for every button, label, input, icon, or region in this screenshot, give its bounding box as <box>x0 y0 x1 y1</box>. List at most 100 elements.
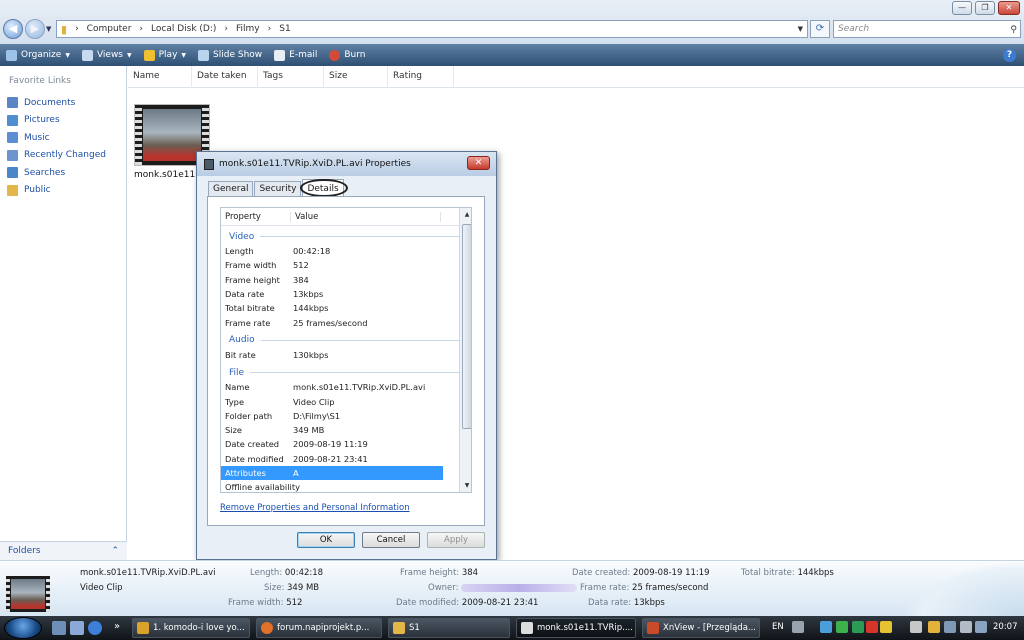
email-button[interactable]: E-mail <box>268 44 323 66</box>
section-label: File <box>229 367 245 378</box>
tray-app-icon[interactable] <box>928 621 940 633</box>
table-row[interactable]: Length 00:42:18 <box>221 244 471 258</box>
sidebar-item-label: Public <box>24 185 51 196</box>
internet-explorer-icon[interactable] <box>88 621 102 635</box>
tray-app-icon[interactable] <box>820 621 832 633</box>
breadcrumb-local-disk[interactable]: Local Disk (D:) <box>147 24 220 34</box>
sidebar-item-recently-changed[interactable]: Recently Changed <box>0 147 126 165</box>
network-icon[interactable] <box>944 621 956 633</box>
taskbar-item[interactable]: 1. komodo-i love yo... <box>132 618 250 638</box>
sidebar-item-searches[interactable]: Searches <box>0 164 126 182</box>
table-row[interactable]: Total bitrate 144kbps <box>221 301 471 315</box>
tray-app-icon[interactable] <box>910 621 922 633</box>
breadcrumb-s1[interactable]: S1 <box>275 24 294 34</box>
sidebar-item-pictures[interactable]: Pictures <box>0 112 126 130</box>
address-dropdown-icon[interactable]: ▼ <box>794 25 807 33</box>
show-desktop-icon[interactable] <box>52 621 66 635</box>
minimize-button[interactable]: — <box>952 1 972 15</box>
sidebar-item-public[interactable]: Public <box>0 182 126 200</box>
clock[interactable]: 20:07 <box>993 622 1018 632</box>
scroll-down-icon[interactable]: ▼ <box>460 479 471 492</box>
sidebar-item-music[interactable]: Music <box>0 129 126 147</box>
close-window-button[interactable]: ✕ <box>998 1 1020 15</box>
table-row[interactable]: Date modified 2009-08-21 23:41 <box>221 452 471 466</box>
taskbar-item[interactable]: XnView - [Przegląda... <box>642 618 760 638</box>
recent-pages-chevron-icon[interactable]: ▼ <box>46 25 51 33</box>
value-column-header[interactable]: Value <box>291 211 441 222</box>
burn-button[interactable]: Burn <box>323 44 371 66</box>
apply-button[interactable]: Apply <box>427 532 485 548</box>
sidebar-item-label: Music <box>24 132 50 143</box>
scroll-thumb[interactable] <box>462 224 471 429</box>
taskbar-item-active[interactable]: monk.s01e11.TVRip.... <box>516 618 636 638</box>
search-icon[interactable]: ⚲ <box>1010 22 1017 38</box>
remove-properties-link[interactable]: Remove Properties and Personal Informati… <box>220 503 410 513</box>
tray-app-icon[interactable] <box>880 621 892 633</box>
table-row[interactable]: Frame rate 25 frames/second <box>221 315 471 329</box>
help-icon[interactable]: ? <box>1003 49 1016 62</box>
tray-chevron-icon[interactable] <box>792 621 804 633</box>
views-button[interactable]: Views ▼ <box>76 44 138 66</box>
forward-button[interactable]: ▶ <box>25 19 45 39</box>
public-folder-icon <box>7 184 18 196</box>
switch-windows-icon[interactable] <box>70 621 84 635</box>
breadcrumb-sep-icon: › <box>224 24 229 34</box>
details-value: 13kbps <box>633 598 665 608</box>
breadcrumb-computer[interactable]: Computer <box>83 24 136 34</box>
maximize-button[interactable]: ❐ <box>975 1 995 15</box>
tray-app-icon[interactable] <box>866 621 878 633</box>
command-bar: Organize ▼ Views ▼ Play ▼ Slide Show E-mail… <box>0 44 1024 66</box>
column-name[interactable]: Name <box>128 66 192 88</box>
organize-button[interactable]: Organize ▼ <box>0 44 76 66</box>
tray-app-icon[interactable] <box>852 621 864 633</box>
taskbar-item[interactable]: forum.napiprojekt.p... <box>256 618 382 638</box>
table-row[interactable]: Size 349 MB <box>221 423 471 437</box>
vertical-scrollbar[interactable]: ▲ ▼ <box>459 208 471 492</box>
dialog-close-button[interactable]: ✕ <box>467 156 490 170</box>
table-row[interactable]: Frame height 384 <box>221 273 471 287</box>
tray-app-icon[interactable] <box>836 621 848 633</box>
table-row[interactable]: Type Video Clip <box>221 394 471 408</box>
search-input[interactable]: Search ⚲ <box>833 20 1021 38</box>
column-tags[interactable]: Tags <box>258 66 324 88</box>
sidebar-item-documents[interactable]: Documents <box>0 94 126 112</box>
table-row[interactable]: Data rate 13kbps <box>221 287 471 301</box>
file-name-label[interactable]: monk.s01e11.T <box>134 170 204 180</box>
power-icon[interactable] <box>975 621 987 633</box>
property-column-header[interactable]: Property <box>221 211 291 222</box>
language-indicator[interactable]: EN <box>772 622 784 632</box>
tab-details[interactable]: Details <box>300 179 348 197</box>
table-row-selected[interactable]: Attributes A <box>221 465 443 481</box>
property-value: Video Clip <box>293 396 335 407</box>
slide-show-button[interactable]: Slide Show <box>192 44 268 66</box>
section-divider <box>250 372 465 374</box>
column-date-taken[interactable]: Date taken <box>192 66 258 88</box>
column-size[interactable]: Size <box>324 66 388 88</box>
table-row[interactable]: Offline availability <box>221 480 471 492</box>
address-bar[interactable]: ▮ › Computer › Local Disk (D:) › Filmy ›… <box>56 20 808 38</box>
cancel-button[interactable]: Cancel <box>362 532 420 548</box>
tab-security[interactable]: Security <box>254 181 302 196</box>
ok-button[interactable]: OK <box>297 532 355 548</box>
table-row[interactable]: Bit rate 130kbps <box>221 348 471 362</box>
refresh-icon[interactable]: ⟳ <box>810 20 830 38</box>
play-button[interactable]: Play ▼ <box>138 44 192 66</box>
back-button[interactable]: ◀ <box>3 19 23 39</box>
column-rating[interactable]: Rating <box>388 66 454 88</box>
folders-toggle[interactable]: Folders ⌃ <box>0 541 127 560</box>
scroll-up-icon[interactable]: ▲ <box>460 208 471 221</box>
taskbar-item[interactable]: S1 <box>388 618 510 638</box>
property-list[interactable]: Property Value Video Length 00:42:18 Fram… <box>220 207 472 493</box>
table-row[interactable]: Name monk.s01e11.TVRip.XviD.PL.avi <box>221 380 471 394</box>
quick-launch-more-icon[interactable]: » <box>114 621 120 632</box>
table-row[interactable]: Date created 2009-08-19 11:19 <box>221 437 471 451</box>
details-data-rate: Data rate: 13kbps <box>588 598 665 608</box>
table-row[interactable]: Frame width 512 <box>221 258 471 272</box>
volume-icon[interactable] <box>960 621 972 633</box>
section-divider <box>260 236 465 237</box>
tab-general[interactable]: General <box>208 181 254 196</box>
breadcrumb-filmy[interactable]: Filmy <box>232 24 264 34</box>
table-row[interactable]: Folder path D:\Filmy\S1 <box>221 409 471 423</box>
start-orb-icon[interactable] <box>4 617 42 639</box>
dialog-title-bar[interactable]: monk.s01e11.TVRip.XviD.PL.avi Properties <box>197 152 496 176</box>
